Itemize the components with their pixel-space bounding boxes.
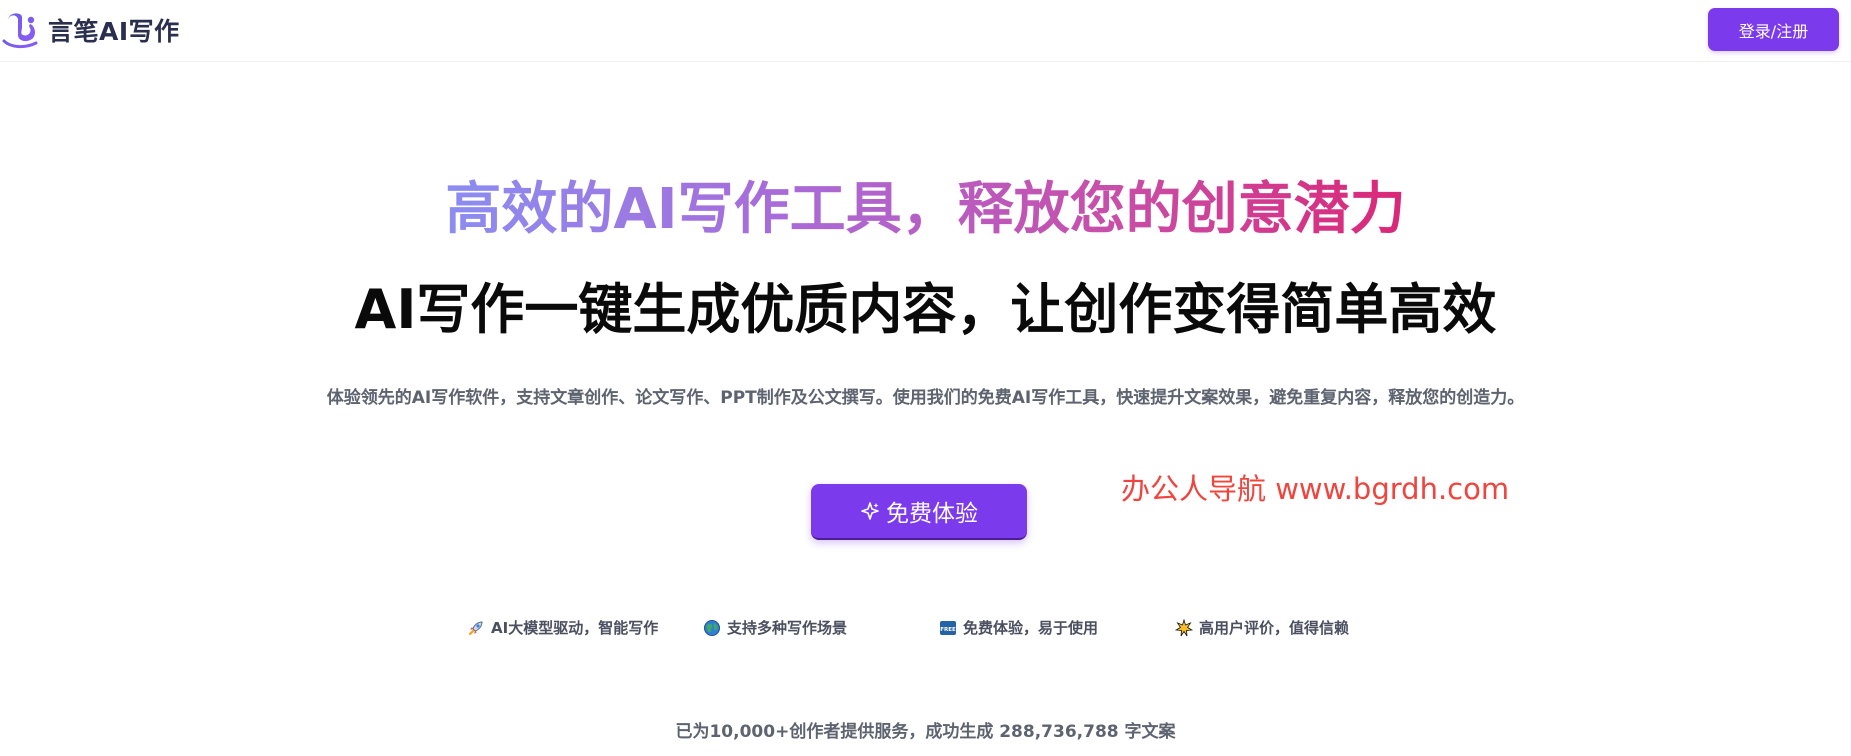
svg-text:FREE: FREE bbox=[940, 627, 956, 633]
rocket-icon bbox=[469, 620, 483, 635]
feature-label: AI大模型驱动，智能写作 bbox=[491, 619, 659, 637]
feature-item: FREE 免费体验，易于使用 bbox=[939, 617, 1098, 638]
feature-list: AI大模型驱动，智能写作 支持多种写作场景 FREE 免费体验，易于使用 高用户… bbox=[0, 617, 1851, 641]
sparkle-icon bbox=[861, 502, 879, 520]
star-burst-icon bbox=[1175, 618, 1193, 636]
logo-text: 言笔AI写作 bbox=[48, 17, 180, 46]
feature-item: 支持多种写作场景 bbox=[703, 617, 847, 638]
hero-subtitle: AI写作一键生成优质内容，让创作变得简单高效 bbox=[354, 278, 1497, 341]
feature-label: 支持多种写作场景 bbox=[727, 619, 848, 637]
logo-icon bbox=[2, 13, 38, 49]
login-register-button[interactable]: 登录/注册 bbox=[1708, 8, 1839, 51]
globe-icon bbox=[704, 619, 720, 636]
hero-title: 高效的AI写作工具，释放您的创意潜力 bbox=[0, 176, 1851, 244]
free-trial-label: 免费体验 bbox=[886, 501, 978, 527]
feature-item: AI大模型驱动，智能写作 bbox=[467, 617, 658, 638]
hero-title-text: 高效的AI写作工具，释放您的创意潜力 bbox=[445, 177, 1406, 242]
feature-label: 免费体验，易于使用 bbox=[963, 619, 1099, 637]
free-badge-icon: FREE bbox=[940, 620, 956, 635]
feature-label: 高用户评价，值得信赖 bbox=[1199, 619, 1350, 637]
hero-description: 体验领先的AI写作软件，支持文章创作、论文写作、PPT制作及公文撰写。使用我们的… bbox=[326, 388, 1525, 408]
watermark-text: 办公人导航 www.bgrdh.com bbox=[1121, 472, 1510, 506]
feature-item: 高用户评价，值得信赖 bbox=[1175, 617, 1349, 638]
free-trial-button[interactable]: 免费体验 bbox=[811, 484, 1027, 540]
usage-stats: 已为10,000+创作者提供服务，成功生成 288,736,788 字文案 bbox=[675, 722, 1176, 742]
top-nav: 言笔AI写作 登录/注册 bbox=[0, 0, 1851, 62]
logo[interactable]: 言笔AI写作 bbox=[2, 10, 180, 50]
